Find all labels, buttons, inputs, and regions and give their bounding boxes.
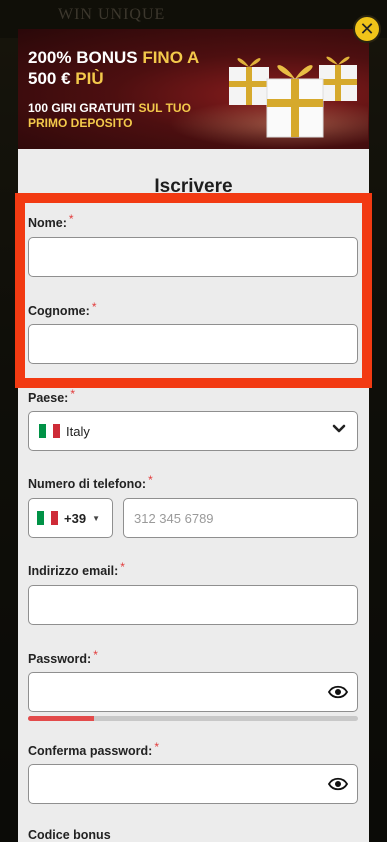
email-label-text: Indirizzo email: <box>28 564 119 578</box>
last-name-input-box <box>28 324 358 364</box>
eye-icon[interactable] <box>328 776 348 792</box>
banner-title-part: FINO A <box>142 48 200 67</box>
required-mark: * <box>91 300 97 314</box>
country-label-text: Paese: <box>28 391 69 405</box>
banner-subtitle-part: 100 GIRI GRATUITI <box>28 101 139 115</box>
password-label-text: Password: <box>28 652 92 666</box>
confirm-password-label-text: Conferma password: <box>28 744 153 758</box>
last-name-label: Cognome: * <box>28 300 358 318</box>
country-select-value: Italy <box>39 412 90 450</box>
confirm-password-label: Conferma password: * <box>28 740 358 758</box>
phone-inputs: +39 ▼ <box>28 498 358 538</box>
banner-title-part: PIÙ <box>75 69 104 88</box>
banner-title-part: 200% BONUS <box>28 48 143 67</box>
required-mark: * <box>93 648 98 662</box>
password-label: Password: * <box>28 648 358 666</box>
phone-field: Numero di telefono: * +39 ▼ <box>28 473 358 538</box>
password-strength-fill <box>28 716 94 721</box>
bonus-code-label: Codice bonus <box>28 828 111 842</box>
country-code-select[interactable]: +39 ▼ <box>28 498 113 538</box>
phone-input-box <box>123 498 358 538</box>
promo-banner: 200% BONUS FINO A 500 € PIÙ 100 GIRI GRA… <box>18 29 369 149</box>
email-input[interactable] <box>29 586 357 624</box>
phone-label-text: Numero di telefono: <box>28 477 147 491</box>
first-name-label-text: Nome: <box>28 216 67 230</box>
form-title: Iscrivere <box>154 176 233 197</box>
last-name-input[interactable] <box>29 325 357 363</box>
first-name-input[interactable] <box>29 238 357 276</box>
confirm-password-input-box <box>28 764 358 804</box>
eye-icon[interactable] <box>328 684 348 700</box>
password-input-box <box>28 672 358 712</box>
password-input[interactable] <box>29 673 357 711</box>
gift-boxes-icon <box>229 56 357 138</box>
last-name-field: Cognome: * <box>28 300 358 364</box>
italy-flag-icon <box>39 424 60 438</box>
required-mark: * <box>148 473 153 487</box>
required-mark: * <box>68 212 74 226</box>
country-value: Italy <box>66 423 90 439</box>
chevron-down-icon <box>332 424 346 433</box>
email-input-box <box>28 585 358 625</box>
confirm-password-input[interactable] <box>29 765 357 803</box>
email-label: Indirizzo email: * <box>28 560 358 578</box>
close-icon: ✕ <box>359 18 375 39</box>
required-mark: * <box>120 560 125 574</box>
banner-title: 200% BONUS FINO A 500 € PIÙ <box>28 47 218 89</box>
signup-modal: 200% BONUS FINO A 500 € PIÙ 100 GIRI GRA… <box>18 29 369 842</box>
first-name-input-box <box>28 237 358 277</box>
first-name-label: Nome: * <box>28 212 358 230</box>
phone-label: Numero di telefono: * <box>28 473 358 491</box>
country-field: Paese: * Italy <box>28 387 358 451</box>
required-mark: * <box>70 387 75 401</box>
last-name-label-text: Cognome: <box>28 304 90 318</box>
country-label: Paese: * <box>28 387 358 405</box>
banner-title-part: 500 € <box>28 69 76 88</box>
password-field: Password: * <box>28 648 358 721</box>
country-code-value: +39 <box>64 510 87 526</box>
email-field: Indirizzo email: * <box>28 560 358 625</box>
bonus-code-field: Codice bonus <box>28 828 358 842</box>
country-select[interactable]: Italy <box>28 411 358 451</box>
password-strength-bar <box>28 716 358 721</box>
close-button[interactable]: ✕ <box>353 15 381 43</box>
first-name-field: Nome: * <box>28 212 358 277</box>
phone-input[interactable] <box>124 499 357 537</box>
banner-subtitle: 100 GIRI GRATUITI SUL TUO PRIMO DEPOSITO <box>28 101 218 131</box>
caret-down-icon: ▼ <box>92 513 100 523</box>
required-mark: * <box>154 740 160 754</box>
italy-flag-icon <box>37 511 58 525</box>
confirm-password-field: Conferma password: * <box>28 740 358 804</box>
